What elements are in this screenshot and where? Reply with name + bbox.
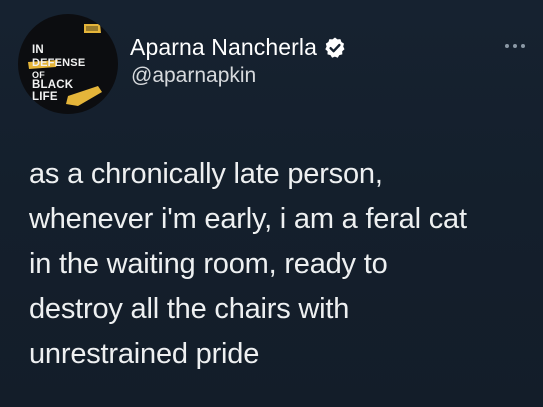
tweet-text-line: unrestrained pride xyxy=(29,338,260,370)
avatar-text-life: LIFE xyxy=(32,91,58,103)
tweet-text-line: in the waiting room, ready to xyxy=(29,248,388,280)
tweet-text-line: as a chronically late person, xyxy=(29,158,383,190)
verified-badge-icon xyxy=(325,37,345,58)
more-options-icon[interactable] xyxy=(505,40,531,52)
tweet-text-line: whenever i'm early, i am a feral cat xyxy=(29,203,467,235)
avatar-accent-top-inner xyxy=(86,26,98,31)
tweet-card: IN DEFENSE OF BLACK LIFE Aparna Nancherl… xyxy=(0,0,543,407)
avatar-text-in: IN xyxy=(32,44,44,56)
more-dot xyxy=(505,44,509,48)
avatar-text-black: BLACK xyxy=(32,79,74,91)
author-handle[interactable]: @aparnapkin xyxy=(131,64,256,88)
more-dot xyxy=(513,44,517,48)
avatar[interactable]: IN DEFENSE OF BLACK LIFE xyxy=(18,14,118,114)
author-name-row: Aparna Nancherla xyxy=(130,34,347,61)
avatar-text-defense: DEFENSE xyxy=(32,57,86,69)
tweet-text: as a chronically late person, whenever i… xyxy=(29,152,534,377)
tweet-text-line: destroy all the chairs with xyxy=(29,293,350,325)
author-display-name[interactable]: Aparna Nancherla xyxy=(130,34,317,61)
more-dot xyxy=(521,44,525,48)
